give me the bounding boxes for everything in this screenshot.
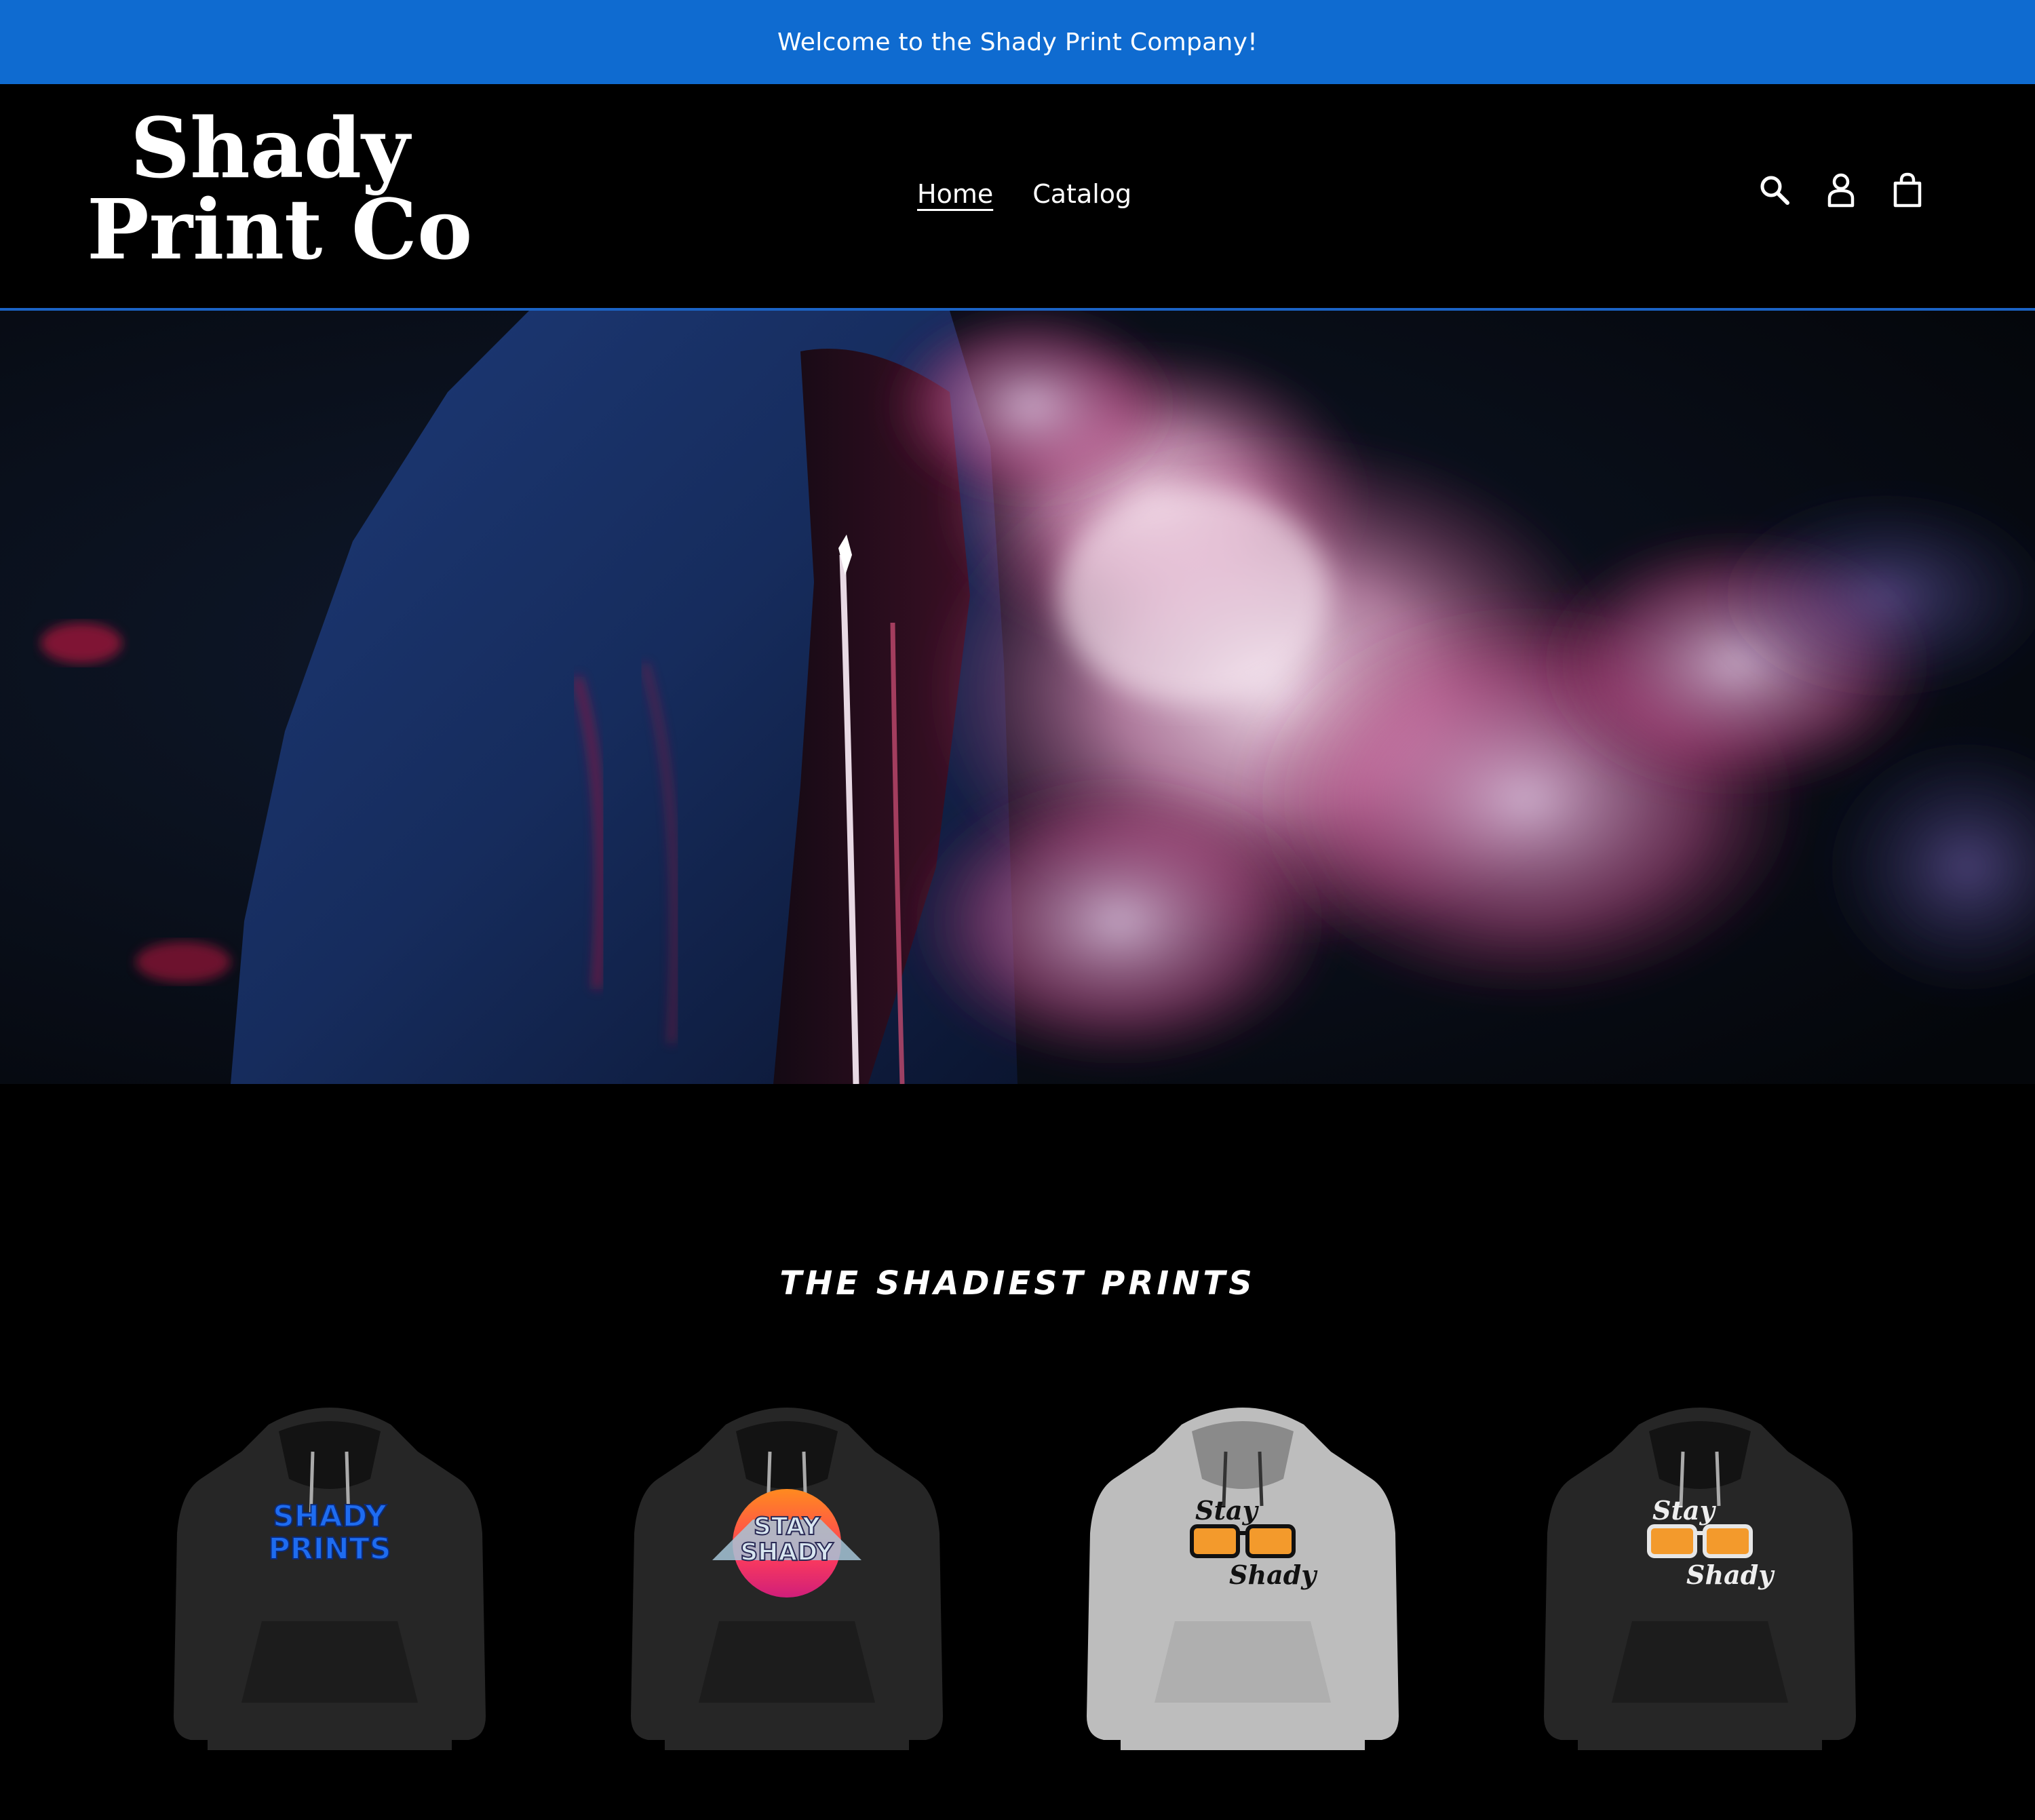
- product-image: Stay Shady: [1544, 1408, 1856, 1750]
- storefront-page: Welcome to the Shady Print Company! Shad…: [0, 0, 2035, 1820]
- announcement-text: Welcome to the Shady Print Company!: [777, 28, 1258, 56]
- store-logo[interactable]: Shady Print Co: [87, 99, 473, 290]
- search-icon[interactable]: [1757, 171, 1792, 209]
- cart-icon[interactable]: [1890, 171, 1925, 209]
- svg-text:Stay: Stay: [1652, 1495, 1717, 1526]
- product-image: Stay Shady: [1087, 1408, 1399, 1750]
- product-image: SHADY PRINTS: [174, 1408, 486, 1750]
- product-card-1[interactable]: SHADY PRINTS: [160, 1397, 499, 1764]
- product-card-2[interactable]: STAY SHADY: [617, 1397, 956, 1764]
- hero-illustration: [0, 311, 2035, 1084]
- product-card-3[interactable]: Stay Shady: [1073, 1397, 1412, 1764]
- nav-link-home[interactable]: Home: [917, 179, 993, 209]
- svg-text:STAY: STAY: [754, 1513, 821, 1541]
- announcement-bar: Welcome to the Shady Print Company!: [0, 0, 2035, 84]
- site-header: Shady Print Co Home Catalog: [0, 84, 2035, 311]
- svg-text:PRINTS: PRINTS: [268, 1532, 391, 1566]
- svg-text:Shady: Shady: [1686, 1560, 1775, 1590]
- product-card-4[interactable]: Stay Shady: [1530, 1397, 1869, 1764]
- product-image: STAY SHADY: [631, 1408, 943, 1750]
- main-nav: Home Catalog: [917, 179, 1131, 209]
- nav-link-catalog[interactable]: Catalog: [1032, 179, 1131, 209]
- account-icon[interactable]: [1823, 171, 1859, 209]
- logo-line-2: Print Co: [87, 180, 473, 278]
- svg-text:Shady: Shady: [1229, 1560, 1318, 1590]
- svg-text:Stay: Stay: [1195, 1495, 1260, 1526]
- featured-collection-title: THE SHADIEST PRINTS: [779, 1264, 1256, 1302]
- hero-image: [0, 311, 2035, 1084]
- svg-text:SHADY: SHADY: [740, 1538, 834, 1566]
- header-icons: [1757, 171, 1925, 209]
- svg-text:SHADY: SHADY: [273, 1499, 387, 1534]
- logo-line-1: Shady: [130, 99, 410, 197]
- featured-products-grid: SHADY PRINTS STAY SHADY Stay Shady Stay …: [0, 1397, 2035, 1777]
